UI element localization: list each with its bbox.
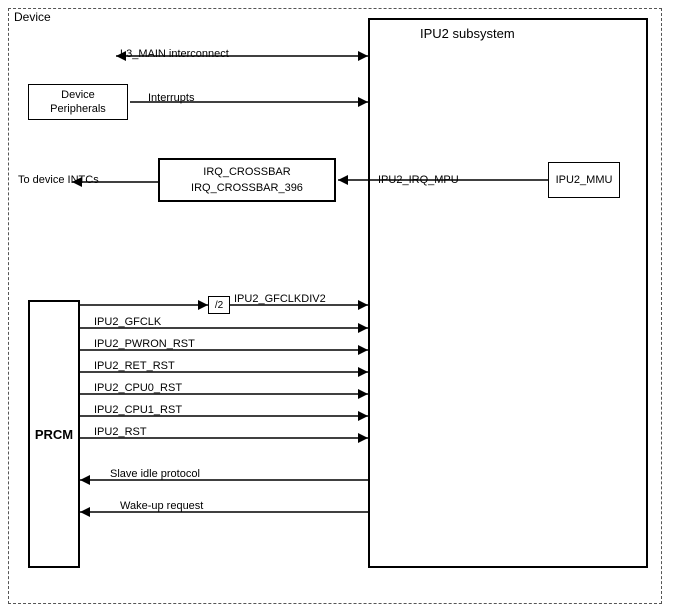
signal-ret-rst: IPU2_RET_RST bbox=[94, 360, 175, 372]
ipu2-subsystem-box bbox=[368, 18, 648, 568]
prcm-box: PRCM bbox=[28, 300, 80, 568]
signal-slave-idle: Slave idle protocol bbox=[110, 468, 200, 480]
signal-pwron-rst: IPU2_PWRON_RST bbox=[94, 338, 195, 350]
device-label: Device bbox=[14, 10, 51, 24]
signal-cpu0-rst: IPU2_CPU0_RST bbox=[94, 382, 182, 394]
ipu2-mmu-label: IPU2_MMU bbox=[556, 174, 613, 186]
prcm-label: PRCM bbox=[35, 427, 73, 442]
signal-gfclkdiv2: IPU2_GFCLKDIV2 bbox=[234, 293, 326, 305]
device-peripherals-label: DevicePeripherals bbox=[50, 88, 106, 117]
signal-gfclk: IPU2_GFCLK bbox=[94, 316, 161, 328]
signal-cpu1-rst: IPU2_CPU1_RST bbox=[94, 404, 182, 416]
ipu2-irq-mpu-label: IPU2_IRQ_MPU bbox=[378, 174, 459, 186]
to-intcs-label: To device INTCs bbox=[18, 174, 99, 186]
device-peripherals-box: DevicePeripherals bbox=[28, 84, 128, 120]
signal-rst: IPU2_RST bbox=[94, 426, 147, 438]
ipu2-label: IPU2 subsystem bbox=[420, 26, 515, 41]
diagram: Device IPU2 subsystem DevicePeripherals … bbox=[0, 0, 674, 613]
clk-div-label: /2 bbox=[215, 300, 223, 311]
interrupts-label: Interrupts bbox=[148, 92, 194, 104]
ipu2-mmu-box: IPU2_MMU bbox=[548, 162, 620, 198]
l3-label: L3_MAIN interconnect bbox=[120, 48, 229, 60]
irq-crossbar-line2: IRQ_CROSSBAR_396 bbox=[191, 180, 303, 197]
signal-wakeup: Wake-up request bbox=[120, 500, 203, 512]
irq-crossbar-box: IRQ_CROSSBAR IRQ_CROSSBAR_396 bbox=[158, 158, 336, 202]
irq-crossbar-line1: IRQ_CROSSBAR bbox=[203, 164, 290, 181]
clk-div-box: /2 bbox=[208, 296, 230, 314]
